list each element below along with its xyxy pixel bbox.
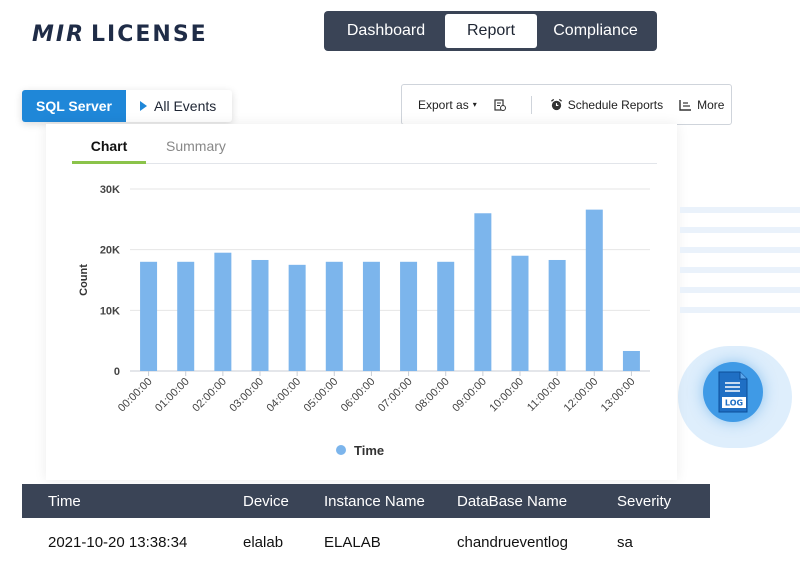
events-table-header: Time Device Instance Name DataBase Name … (22, 484, 710, 518)
all-events-button[interactable]: All Events (126, 90, 232, 122)
y-tick-label: 30K (100, 184, 120, 196)
play-triangle-icon (140, 101, 147, 111)
more-button[interactable]: More (679, 98, 724, 112)
cell-time: 2021-10-20 13:38:34 (48, 533, 188, 551)
sql-server-button[interactable]: SQL Server (22, 90, 126, 122)
bar (548, 259, 566, 371)
export-caret-icon: ▾ (472, 100, 477, 109)
bar (622, 350, 640, 371)
toolbar-divider (530, 95, 532, 114)
decorative-lines (680, 207, 800, 313)
legend-label: Time (354, 443, 384, 458)
events-bar-chart: 010K20K30KCount00:00:0001:00:0002:00:000… (78, 184, 650, 458)
source-selector: SQL Server All Events (22, 90, 232, 122)
report-panel: Chart Summary 0 10K 20K 30K Count 00:00:00 01:… (46, 124, 677, 480)
x-tick-label: 07:00:00 (376, 376, 415, 415)
more-options-icon (679, 99, 692, 111)
y-tick-label: 20K (100, 245, 120, 257)
bar (251, 259, 269, 371)
log-label: LOG (725, 399, 743, 408)
y-tick-label: 10K (100, 305, 120, 317)
x-tick-label: 00:00:00 (116, 376, 155, 415)
report-toolbar: Export as ▾ Schedule Reports More (401, 84, 732, 125)
bar (288, 264, 306, 371)
schedule-reports-label: Schedule Reports (567, 97, 664, 112)
y-tick-label: 0 (114, 366, 120, 378)
column-header-severity[interactable]: Severity (617, 484, 671, 518)
log-badge: LOG (703, 362, 763, 422)
cell-device: elalab (243, 533, 284, 551)
x-tick-label: 11:00:00 (525, 376, 563, 414)
x-tick-label: 01:00:00 (153, 376, 192, 415)
bar (437, 261, 455, 371)
more-label: More (697, 97, 725, 112)
tab-compliance[interactable]: Compliance (537, 14, 654, 48)
schedule-reports-button[interactable]: Schedule Reports (550, 98, 663, 112)
tab-report[interactable]: Report (445, 14, 537, 48)
alarm-clock-icon (550, 98, 562, 111)
column-header-device[interactable]: Device (243, 484, 289, 518)
x-tick-label: 06:00:00 (339, 376, 378, 415)
x-tick-label: 05:00:00 (302, 376, 341, 415)
brand-name: LICENSE (91, 22, 208, 47)
x-tick-label: 02:00:00 (190, 376, 229, 415)
x-tick-label: 04:00:00 (264, 376, 303, 415)
x-tick-label: 10:00:00 (487, 376, 526, 415)
bar (511, 255, 529, 371)
x-tick-label: 12:00:00 (562, 376, 601, 415)
cell-instance-name: ELALAB (324, 533, 381, 551)
legend-swatch (336, 445, 346, 455)
x-tick-label: 03:00:00 (227, 376, 266, 415)
export-as-label: Export as (418, 97, 469, 112)
x-tick-label: 09:00:00 (450, 376, 489, 415)
x-tick-label: 08:00:00 (413, 376, 452, 415)
bar (362, 261, 380, 371)
column-header-instance-name[interactable]: Instance Name (324, 484, 425, 518)
x-tick-label: 13:00:00 (599, 376, 638, 415)
all-events-label: All Events (154, 98, 217, 114)
bar (474, 213, 492, 371)
tab-dashboard[interactable]: Dashboard (327, 14, 445, 48)
bar (140, 261, 158, 371)
report-file-icon[interactable] (493, 98, 507, 112)
bar (214, 252, 232, 371)
top-navigation: Dashboard Report Compliance (324, 11, 657, 51)
brand-logo: MIR LICENSE (32, 22, 208, 47)
cell-severity: sa (617, 533, 633, 551)
bar (400, 261, 418, 371)
column-header-time[interactable]: Time (48, 484, 81, 518)
export-as-button[interactable]: Export as ▾ (418, 98, 477, 112)
log-file-icon: LOG (718, 371, 748, 413)
cell-database-name: chandrueventlog (457, 533, 568, 551)
bar (325, 261, 343, 371)
table-row[interactable]: 2021-10-20 13:38:34 elalab ELALAB chandr… (22, 524, 710, 560)
brand-mark: MIR (32, 22, 86, 47)
column-header-database-name[interactable]: DataBase Name (457, 484, 567, 518)
y-axis-title: Count (78, 264, 90, 296)
bar (177, 261, 195, 371)
bar (585, 209, 603, 371)
